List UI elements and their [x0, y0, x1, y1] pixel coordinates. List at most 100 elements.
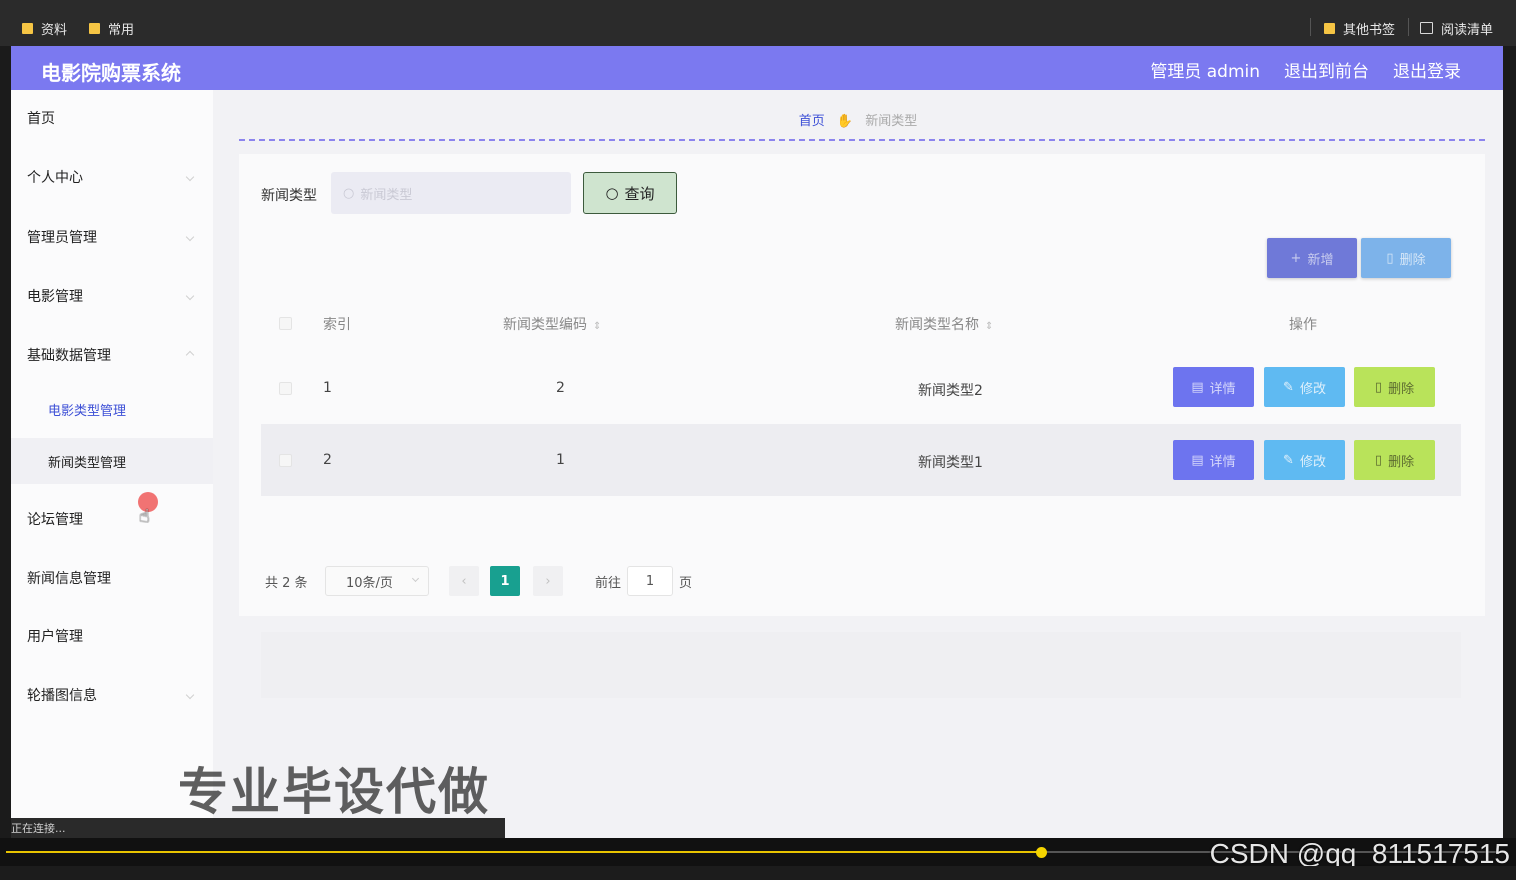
page-size-select[interactable]: 10条/页	[325, 566, 429, 596]
breadcrumb-home[interactable]: 首页	[799, 114, 825, 129]
bookmark-other[interactable]: 其他书签	[1324, 18, 1395, 38]
select-all-checkbox[interactable]	[279, 317, 292, 330]
edit-button[interactable]: ✎ 修改	[1264, 440, 1345, 480]
sidebar-item-carousel[interactable]: 轮播图信息	[11, 675, 213, 715]
table-header: 索引 新闻类型编码 ⇕ 新闻类型名称 ⇕ 操作	[261, 294, 1461, 352]
row-checkbox[interactable]	[279, 382, 292, 395]
sort-icon[interactable]: ⇕	[593, 321, 601, 332]
row-index: 2	[323, 452, 332, 468]
delete-button[interactable]: ▯ 删除	[1354, 440, 1435, 480]
video-player-bar: CSDN @qq_811517515	[0, 838, 1516, 880]
next-page-button[interactable]: ›	[533, 566, 563, 596]
breadcrumb: 首页 ✋ 新闻类型	[213, 110, 1503, 129]
chevron-up-icon	[185, 350, 195, 360]
prev-page-button[interactable]: ‹	[449, 566, 479, 596]
sidebar-subitem-news-type[interactable]: 新闻类型管理	[11, 438, 213, 484]
column-header-actions: 操作	[1289, 317, 1317, 333]
add-button[interactable]: + 新增	[1267, 238, 1357, 278]
goto-label: 前往	[595, 576, 622, 591]
hand-cursor-icon: ☝	[139, 506, 150, 527]
batch-delete-button[interactable]: ▯ 删除	[1361, 238, 1451, 278]
total-count: 共 2 条	[265, 576, 308, 591]
document-icon: ▤	[1191, 452, 1204, 468]
trash-icon: ▯	[1374, 452, 1383, 468]
pencil-icon: ✎	[1283, 379, 1294, 395]
pencil-icon: ✎	[1283, 452, 1294, 468]
page-number-current[interactable]: 1	[490, 566, 520, 596]
dashed-divider	[239, 139, 1485, 141]
sidebar: 首页 个人中心 管理员管理 电影管理 基础数据管理 电影类型管理 新闻类型管理 …	[11, 90, 213, 838]
chevron-down-icon	[185, 232, 195, 242]
pagination: 共 2 条 10条/页 ‹ 1 › 前往 1 页	[261, 564, 861, 596]
sidebar-item-base-data[interactable]: 基础数据管理	[11, 335, 213, 375]
background-shadow	[261, 632, 1461, 698]
table-row: 1 2 新闻类型2 ▤ 详情 ✎ 修改 ▯ 删除	[261, 352, 1461, 424]
bookmark-separator	[1408, 18, 1409, 36]
folder-icon	[22, 22, 33, 34]
row-checkbox[interactable]	[279, 454, 292, 467]
document-icon: ▤	[1191, 379, 1204, 395]
row-code: 2	[556, 380, 565, 396]
chevron-right-icon: ›	[545, 573, 551, 589]
detail-button[interactable]: ▤ 详情	[1173, 367, 1254, 407]
sidebar-item-personal-center[interactable]: 个人中心	[11, 157, 213, 197]
admin-user-link[interactable]: 管理员 admin	[1150, 57, 1260, 82]
detail-button[interactable]: ▤ 详情	[1173, 440, 1254, 480]
bookmark-separator	[1310, 18, 1311, 36]
top-navbar: 电影院购票系统 管理员 admin 退出到前台 退出登录	[11, 46, 1503, 90]
logout-link[interactable]: 退出登录	[1393, 57, 1461, 82]
column-header-index: 索引	[323, 317, 351, 333]
content-panel: 新闻类型 ○ 新闻类型 ○ 查询 + 新增 ▯ 删除 索引 新闻类型编码 ⇕ 新…	[239, 154, 1485, 616]
column-header-code[interactable]: 新闻类型编码 ⇕	[503, 314, 601, 334]
folder-icon	[1324, 22, 1335, 34]
search-icon: ○	[605, 184, 619, 202]
video-progress-knob[interactable]	[1036, 847, 1047, 858]
row-index: 1	[323, 380, 332, 396]
trash-icon: ▯	[1386, 250, 1394, 266]
video-progress-fill	[6, 851, 1041, 853]
sidebar-item-forum[interactable]: 论坛管理	[11, 499, 213, 539]
row-name: 新闻类型1	[918, 455, 983, 471]
breadcrumb-current: 新闻类型	[865, 114, 918, 129]
folder-icon	[89, 22, 100, 34]
plus-icon: +	[1290, 250, 1302, 266]
player-controls-strip	[0, 866, 1516, 880]
search-icon: ○	[343, 185, 355, 201]
bookmark-changyong[interactable]: 常用	[89, 18, 134, 38]
app-title: 电影院购票系统	[41, 61, 181, 85]
chevron-left-icon: ‹	[461, 573, 467, 589]
chevron-down-icon	[411, 574, 420, 583]
query-button[interactable]: ○ 查询	[583, 172, 677, 214]
table-row: 2 1 新闻类型1 ▤ 详情 ✎ 修改 ▯ 删除	[261, 424, 1461, 496]
sidebar-item-movie-manage[interactable]: 电影管理	[11, 276, 213, 316]
sidebar-subitem-movie-type[interactable]: 电影类型管理	[11, 386, 213, 432]
row-name: 新闻类型2	[918, 383, 983, 399]
column-header-name[interactable]: 新闻类型名称 ⇕	[895, 314, 993, 334]
page-unit-label: 页	[679, 576, 693, 591]
chevron-down-icon	[185, 291, 195, 301]
reading-list-icon	[1420, 22, 1433, 34]
breadcrumb-separator-icon: ✋	[836, 114, 854, 129]
browser-bookmark-bar: 资料 常用 其他书签 阅读清单	[0, 0, 1516, 46]
chevron-down-icon	[185, 172, 195, 182]
browser-status-bar: 正在连接...	[11, 818, 505, 838]
search-input[interactable]: ○ 新闻类型	[331, 172, 571, 214]
exit-to-frontend-link[interactable]: 退出到前台	[1284, 57, 1369, 82]
sidebar-item-users[interactable]: 用户管理	[11, 616, 213, 656]
search-placeholder: 新闻类型	[360, 187, 413, 203]
sidebar-item-home[interactable]: 首页	[11, 98, 213, 138]
bookmark-ziliao[interactable]: 资料	[22, 18, 67, 38]
web-page: 电影院购票系统 管理员 admin 退出到前台 退出登录 首页 个人中心 管理员…	[11, 46, 1503, 838]
main-content: 首页 ✋ 新闻类型 新闻类型 ○ 新闻类型 ○ 查询 + 新增 ▯ 删除 索引 …	[213, 90, 1503, 838]
delete-button[interactable]: ▯ 删除	[1354, 367, 1435, 407]
watermark-text: 专业毕设代做	[178, 763, 490, 821]
goto-page-input[interactable]: 1	[627, 566, 673, 596]
edit-button[interactable]: ✎ 修改	[1264, 367, 1345, 407]
reading-list[interactable]: 阅读清单	[1420, 18, 1493, 38]
sidebar-item-admin-manage[interactable]: 管理员管理	[11, 217, 213, 257]
search-label: 新闻类型	[261, 188, 317, 204]
trash-icon: ▯	[1374, 379, 1383, 395]
sort-icon[interactable]: ⇕	[985, 321, 993, 332]
sidebar-item-news-info[interactable]: 新闻信息管理	[11, 558, 213, 598]
header-links: 管理员 admin 退出到前台 退出登录	[1150, 57, 1461, 82]
